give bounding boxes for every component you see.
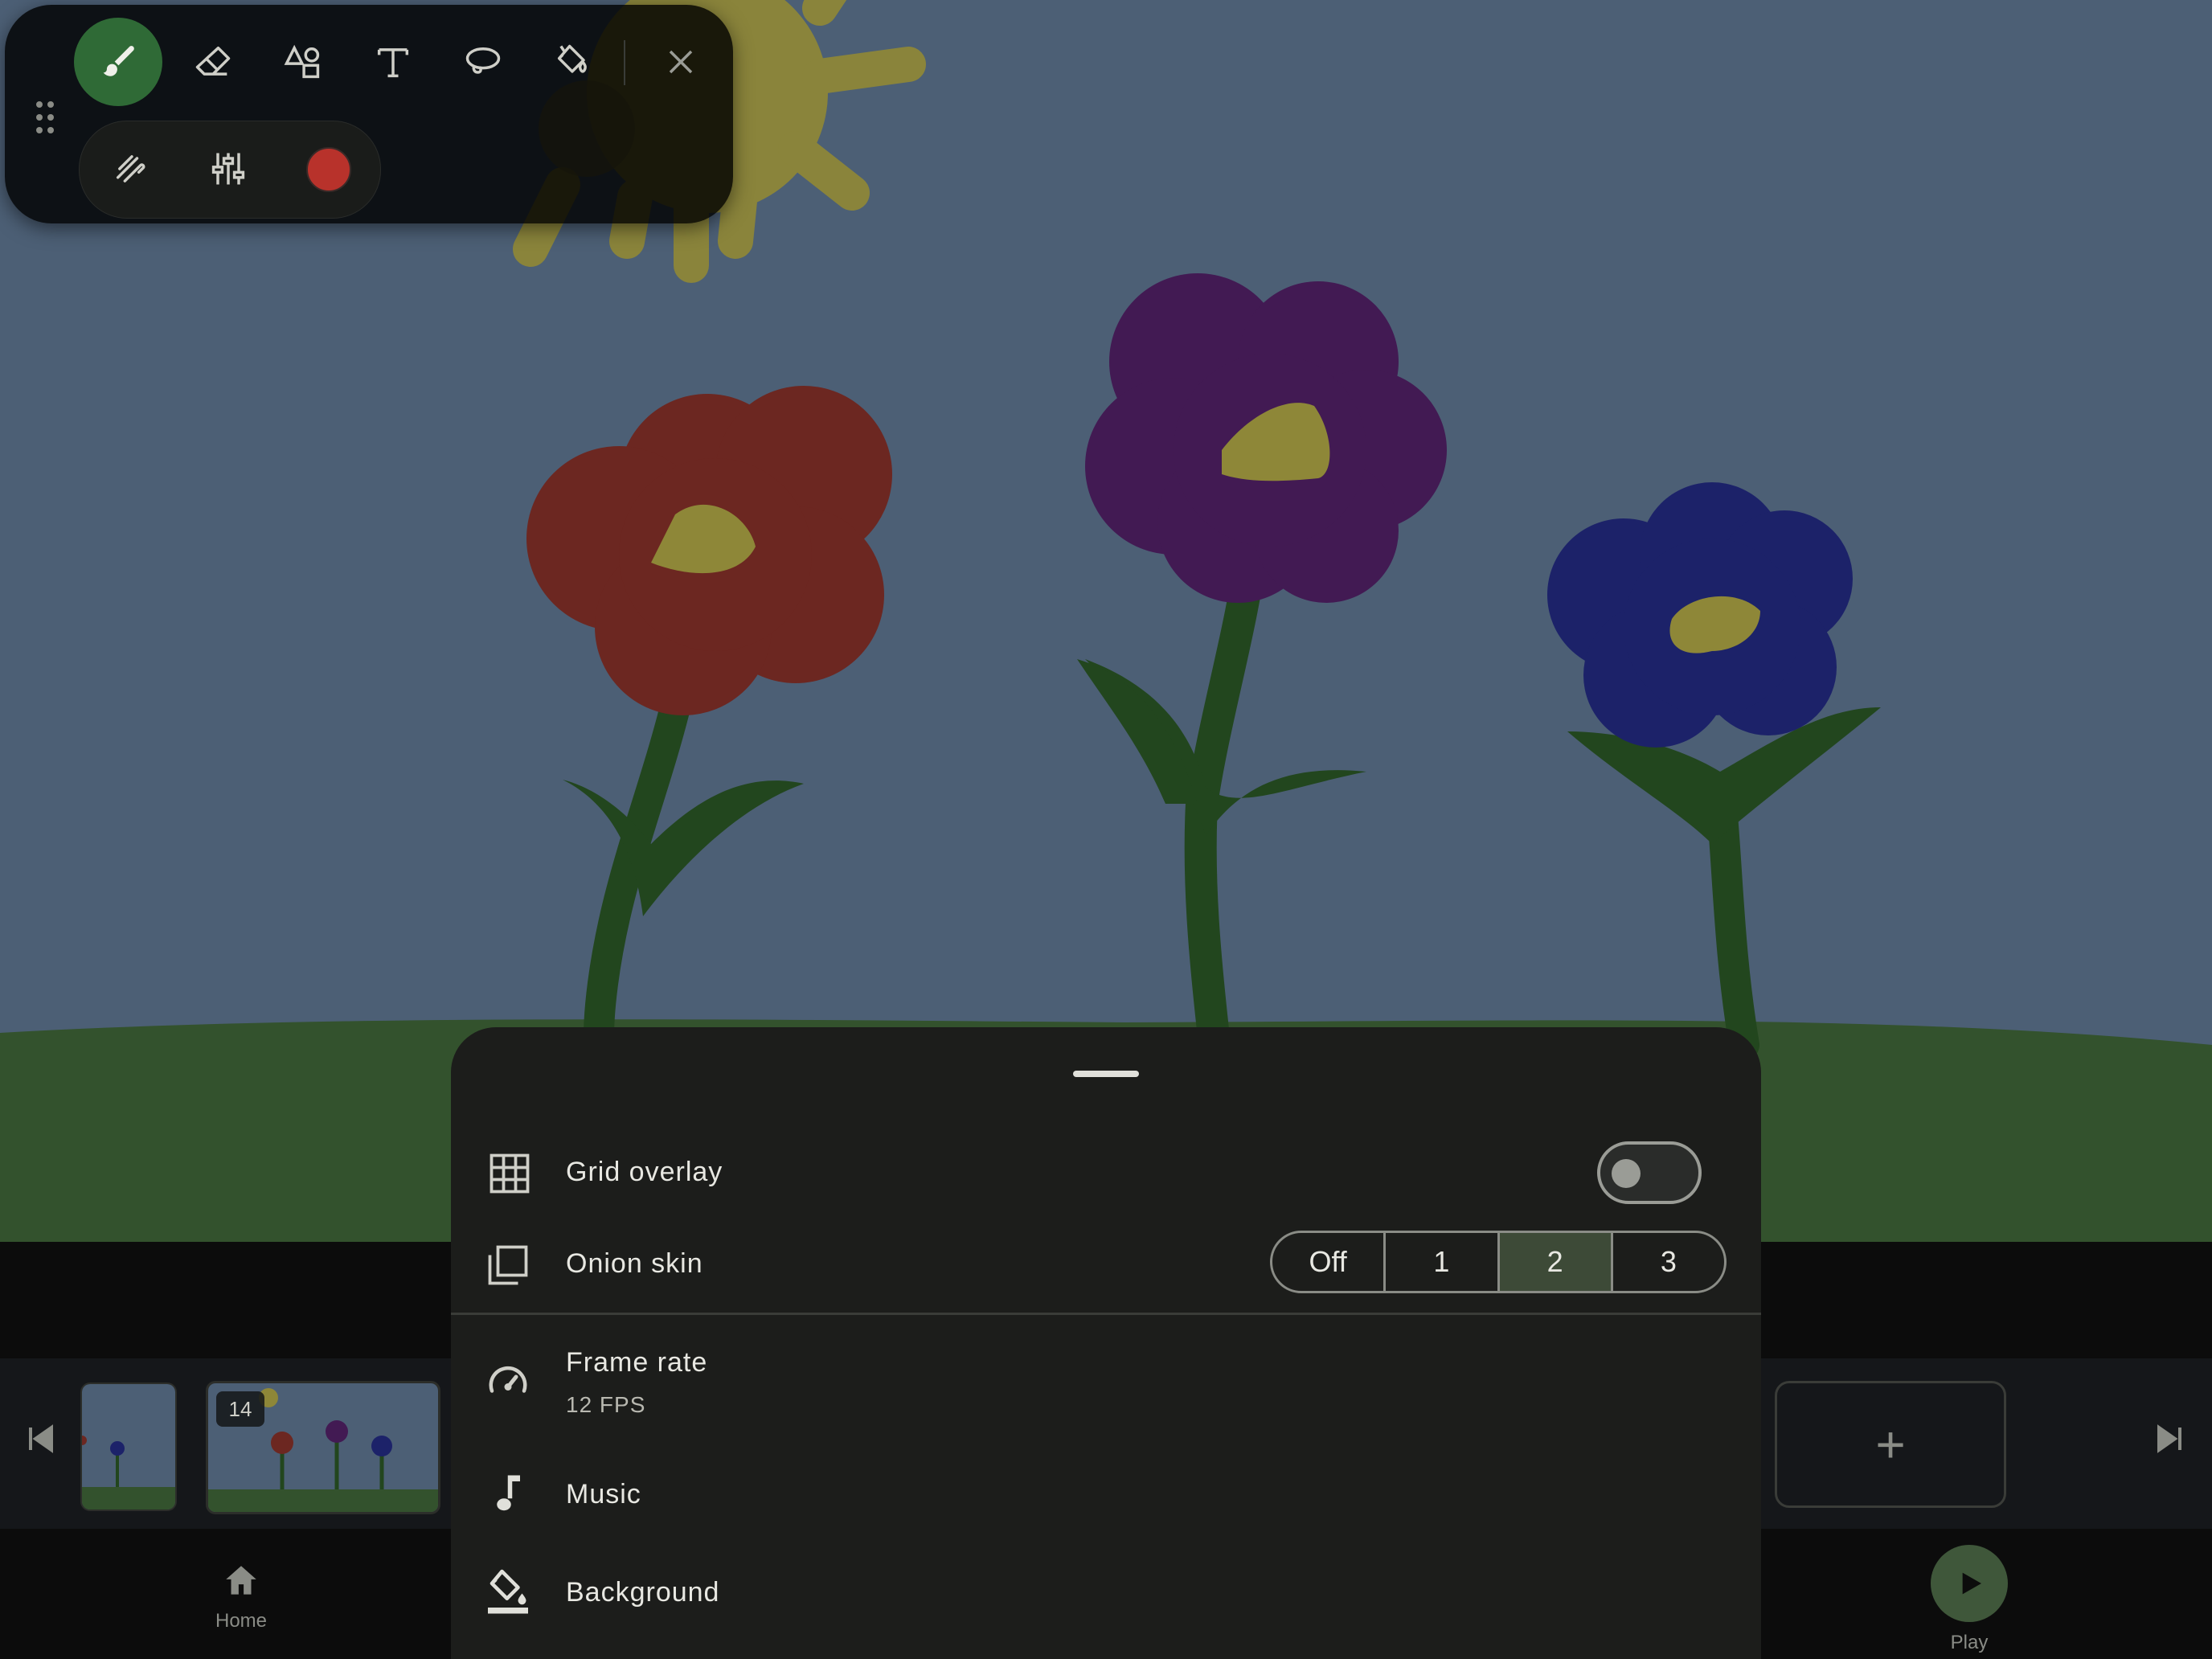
skip-forward-icon [2157,1424,2181,1453]
background-label: Background [566,1577,720,1608]
fill-bucket-icon [557,44,587,73]
brush-tool-button[interactable] [74,18,162,106]
home-label: Home [215,1610,268,1632]
close-toolbar-button[interactable] [637,18,725,106]
text-tool-button[interactable] [349,18,437,106]
sheet-drag-handle[interactable] [1073,1071,1139,1077]
text-icon [377,48,409,78]
eraser-icon [195,46,231,76]
onion-skin-option-1[interactable]: 1 [1386,1233,1500,1291]
onion-skin-option-off[interactable]: Off [1272,1233,1387,1291]
drag-handle-icon[interactable] [35,100,56,139]
shapes-tool-button[interactable] [259,18,347,106]
play-label: Play [1950,1632,1989,1653]
toolbar-divider [624,40,625,85]
adjust-sliders-icon [211,153,245,185]
close-icon [669,50,693,74]
stroke-style-button[interactable] [88,125,176,213]
fill-tool-button[interactable] [529,18,617,106]
add-frame-button[interactable]: + [1775,1381,2006,1508]
add-frame-label: + [1875,1415,1906,1473]
onion-skin-option-3[interactable]: 3 [1613,1233,1724,1291]
shapes-icon [284,44,320,79]
home-icon [226,1566,256,1595]
frame-number-badge: 14 [216,1391,264,1427]
frame-thumbnail[interactable] [80,1382,177,1511]
music-row[interactable] [451,1447,1761,1535]
brush-icon [103,46,134,76]
lasso-tool-button[interactable] [439,18,527,106]
toggle-knob [1612,1159,1641,1188]
background-fill-icon [484,1567,532,1616]
play-icon [1962,1572,1981,1595]
onion-skin-icon [484,1241,532,1289]
eraser-tool-button[interactable] [169,18,257,106]
first-frame-button[interactable] [21,1419,59,1462]
stroke-style-icon [116,155,145,182]
last-frame-button[interactable] [2151,1419,2189,1462]
onion-skin-segmented-control: Off 1 2 3 [1270,1231,1727,1293]
onion-skin-option-2[interactable]: 2 [1499,1233,1613,1291]
color-swatch[interactable] [306,147,351,192]
music-label: Music [566,1479,641,1509]
lasso-icon [465,47,501,74]
grid-overlay-label: Grid overlay [566,1157,723,1187]
skip-back-icon [29,1424,53,1453]
onion-skin-label: Onion skin [566,1248,703,1279]
grid-icon [485,1149,534,1198]
section-divider [451,1313,1761,1315]
home-nav-button[interactable]: Home [201,1561,281,1632]
brush-settings-button[interactable] [184,125,272,213]
frame-rate-value: 12 FPS [566,1392,646,1417]
grid-overlay-toggle[interactable] [1597,1141,1702,1204]
play-button[interactable] [1931,1545,2008,1622]
speedometer-icon [484,1357,532,1405]
brush-options-bar [79,121,381,219]
frame-rate-label: Frame rate [566,1347,708,1378]
current-frame-thumbnail[interactable]: 14 [206,1381,440,1514]
floating-toolbar [5,5,733,223]
music-note-icon [484,1469,532,1518]
